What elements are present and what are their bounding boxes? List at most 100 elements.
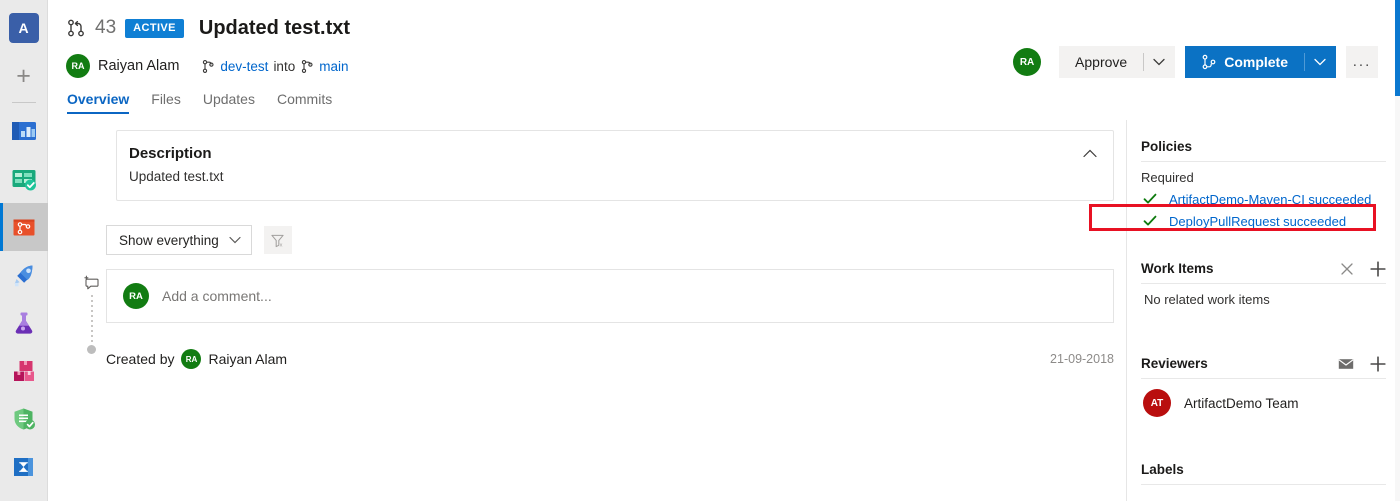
reviewer-avatar: AT	[1143, 389, 1171, 417]
clear-filter-button[interactable]: x	[263, 226, 292, 254]
status-badge: ACTIVE	[125, 18, 184, 38]
comment-avatar: RA	[123, 283, 149, 309]
source-branch-link[interactable]: dev-test	[220, 59, 268, 74]
branch-info: dev-test into main	[201, 59, 348, 74]
organization-avatar[interactable]: A	[0, 4, 48, 52]
pr-title-row: 43 ACTIVE Updated test.txt	[66, 14, 1400, 42]
azure-devops-pull-request-page: A + 43 ACTIVE Updated test.txt RA Raiyan…	[0, 0, 1400, 501]
complete-button[interactable]: Complete	[1185, 46, 1304, 78]
chevron-down-icon	[1314, 58, 1326, 66]
work-items-header: Work Items	[1141, 254, 1386, 284]
test-plans-icon	[15, 312, 32, 334]
reviewers-title: Reviewers	[1141, 356, 1208, 371]
work-items-empty-text: No related work items	[1144, 292, 1270, 307]
sidebar-item-security[interactable]	[0, 395, 48, 443]
show-everything-dropdown[interactable]: Show everything	[106, 225, 252, 255]
comment-input-placeholder[interactable]: Add a comment...	[162, 288, 272, 304]
add-reviewer-icon[interactable]	[1370, 355, 1386, 372]
approve-dropdown-button[interactable]	[1143, 46, 1175, 78]
policies-title: Policies	[1141, 139, 1193, 154]
reviewers-header: Reviewers	[1141, 349, 1386, 379]
plus-icon: +	[16, 61, 31, 90]
approve-button[interactable]: Approve	[1059, 46, 1143, 78]
target-branch-link[interactable]: main	[319, 59, 348, 74]
work-items-actions	[1340, 260, 1386, 277]
labels-title: Labels	[1141, 462, 1184, 477]
ellipsis-icon: ...	[1352, 53, 1372, 70]
sidebar-item-analytics[interactable]	[0, 443, 48, 491]
policy-item[interactable]: DeployPullRequest succeeded	[1141, 210, 1386, 232]
sidebar-item-test-plans[interactable]	[0, 299, 48, 347]
sidebar-item-repos[interactable]	[0, 203, 48, 251]
sidebar-item-artifacts[interactable]	[0, 347, 48, 395]
pipelines-icon	[14, 265, 32, 287]
complete-button-label: Complete	[1224, 54, 1288, 70]
check-icon	[1143, 193, 1157, 204]
timeline-node	[87, 345, 96, 354]
reviewer-item[interactable]: AT ArtifactDemo Team	[1141, 389, 1386, 417]
close-icon[interactable]	[1340, 262, 1354, 276]
sidebar-item-pipelines[interactable]	[0, 251, 48, 299]
policies-header: Policies	[1141, 132, 1386, 162]
policies-required-label: Required	[1141, 170, 1194, 185]
work-items-title: Work Items	[1141, 261, 1214, 276]
work-items-icon	[12, 170, 36, 191]
page-title: Updated test.txt	[198, 16, 351, 39]
scrollbar-thumb[interactable]	[1395, 0, 1400, 96]
complete-dropdown-button[interactable]	[1304, 46, 1336, 78]
security-icon	[14, 408, 35, 430]
timeline-connector	[91, 295, 93, 343]
show-everything-value: Show everything	[119, 232, 219, 248]
labels-section: Labels Add label	[1127, 455, 1400, 501]
artifacts-icon	[13, 361, 34, 381]
svg-text:x: x	[280, 242, 283, 247]
tab-commits[interactable]: Commits	[277, 91, 332, 114]
new-item-button[interactable]: +	[0, 52, 48, 100]
policy-link[interactable]: ArtifactDemo-Maven-CI succeeded	[1169, 192, 1371, 207]
approve-split-button[interactable]: Approve	[1059, 46, 1176, 78]
labels-header: Labels	[1141, 455, 1386, 485]
policies-section: Policies Required ArtifactDemo-Maven-CI …	[1127, 132, 1400, 232]
work-items-section: Work Items No related work items	[1127, 254, 1400, 307]
pr-number: 43	[95, 17, 117, 38]
sidebar-item-boards[interactable]	[0, 107, 48, 155]
pr-main-column: Description Updated test.txt Show everyt…	[48, 120, 1126, 501]
add-comment-box[interactable]: RA Add a comment...	[106, 269, 1114, 323]
policy-item[interactable]: ArtifactDemo-Maven-CI succeeded	[1141, 188, 1386, 210]
collapse-description-icon[interactable]	[1083, 149, 1097, 158]
activity-filter-row: Show everything x	[106, 225, 1126, 255]
author-name: Raiyan Alam	[98, 58, 180, 74]
policy-link[interactable]: DeployPullRequest succeeded	[1169, 214, 1346, 229]
chevron-down-icon	[229, 236, 241, 244]
more-options-button[interactable]: ...	[1346, 46, 1378, 78]
activity-timeline: RA Add a comment... Created by RA Raiyan…	[66, 269, 1126, 369]
tab-overview[interactable]: Overview	[67, 91, 130, 114]
merge-icon	[1202, 54, 1216, 70]
branch-into-text: into	[273, 58, 296, 74]
add-comment-icon[interactable]	[84, 275, 100, 291]
tab-files[interactable]: Files	[151, 91, 181, 114]
current-user-avatar[interactable]: RA	[1013, 48, 1042, 76]
clear-filter-icon: x	[271, 234, 284, 248]
pull-request-icon	[68, 19, 84, 37]
left-navigation-rail: A +	[0, 0, 48, 501]
description-text: Updated test.txt	[129, 169, 224, 184]
analytics-icon	[13, 458, 33, 476]
pr-body: Description Updated test.txt Show everyt…	[48, 120, 1400, 501]
pr-side-panel: Policies Required ArtifactDemo-Maven-CI …	[1127, 120, 1400, 501]
page-scrollbar[interactable]	[1395, 0, 1400, 501]
description-card: Description Updated test.txt	[116, 130, 1114, 201]
pull-request-page: 43 ACTIVE Updated test.txt RA Raiyan Ala…	[48, 0, 1400, 501]
add-work-item-icon[interactable]	[1370, 260, 1386, 277]
sidebar-item-work[interactable]	[0, 155, 48, 203]
complete-split-button[interactable]: Complete	[1185, 46, 1336, 78]
created-date: 21-09-2018	[1050, 352, 1114, 366]
tab-updates[interactable]: Updates	[203, 91, 255, 114]
created-by-avatar[interactable]: RA	[181, 349, 202, 369]
author-avatar[interactable]: RA	[66, 54, 90, 78]
reviewers-actions	[1338, 355, 1386, 372]
created-by-prefix: Created by	[106, 351, 175, 367]
mail-icon[interactable]	[1338, 358, 1354, 370]
pr-tabs: Overview Files Updates Commits	[66, 91, 1400, 114]
organization-initial: A	[8, 13, 39, 43]
